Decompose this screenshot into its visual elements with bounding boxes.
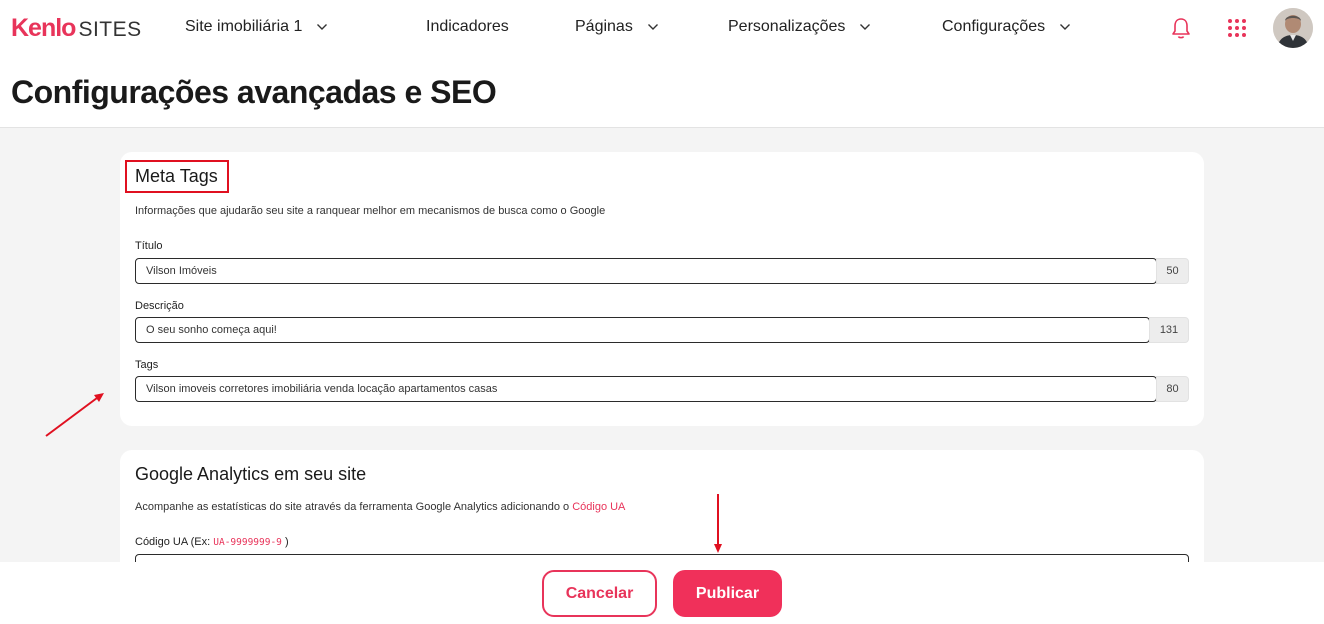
title-char-counter: 50 — [1156, 258, 1189, 284]
nav-item-paginas-label: Páginas — [575, 18, 633, 35]
description-char-counter: 131 — [1149, 317, 1189, 343]
nav-item-personalizacoes[interactable]: Personalizações — [728, 18, 871, 36]
ua-label-suffix: ) — [284, 536, 289, 548]
cancel-button[interactable]: Cancelar — [542, 570, 657, 617]
ua-example-code: UA-9999999-9 — [213, 537, 282, 548]
page-title: Configurações avançadas e SEO — [11, 74, 497, 110]
ua-label-prefix: Código UA (Ex: — [135, 536, 211, 548]
title-field-label: Título — [135, 240, 163, 252]
site-selector-label: Site imobiliária 1 — [185, 18, 303, 35]
meta-tags-card: Meta Tags Informações que ajudarão seu s… — [120, 152, 1204, 426]
meta-tags-title: Meta Tags — [135, 166, 218, 186]
tags-field-label: Tags — [135, 359, 159, 371]
meta-tags-description: Informações que ajudarão seu site a ranq… — [135, 205, 606, 217]
action-footer: Cancelar Publicar — [0, 562, 1324, 624]
ua-code-input[interactable] — [135, 554, 1189, 562]
chevron-down-icon — [860, 24, 871, 30]
user-avatar[interactable] — [1273, 8, 1313, 48]
bell-icon[interactable] — [1170, 16, 1192, 40]
description-input[interactable] — [135, 317, 1150, 343]
google-analytics-card: Google Analytics em seu site Acompanhe a… — [120, 450, 1204, 562]
codigo-ua-link[interactable]: Código UA — [572, 501, 625, 513]
description-field-label: Descrição — [135, 300, 184, 312]
google-analytics-description: Acompanhe as estatísticas do site atravé… — [135, 501, 625, 513]
chevron-down-icon — [317, 24, 328, 30]
ua-code-field-label: Código UA (Ex: UA-9999999-9 ) — [135, 536, 289, 548]
site-selector-dropdown[interactable]: Site imobiliária 1 — [185, 18, 328, 36]
nav-item-configuracoes[interactable]: Configurações — [942, 18, 1071, 36]
avatar-portrait-icon — [1273, 8, 1313, 48]
google-analytics-title: Google Analytics em seu site — [135, 464, 367, 484]
nav-item-paginas[interactable]: Páginas — [575, 18, 659, 36]
title-input[interactable] — [135, 258, 1157, 284]
logo-kenlo-text: Kenlo — [11, 14, 76, 42]
google-analytics-description-text: Acompanhe as estatísticas do site atravé… — [135, 501, 570, 513]
tags-input[interactable] — [135, 376, 1157, 402]
nav-item-indicadores[interactable]: Indicadores — [426, 18, 509, 36]
chevron-down-icon — [1060, 24, 1071, 30]
chevron-down-icon — [647, 24, 658, 30]
logo-sites-text: SITES — [78, 18, 142, 41]
main-content[interactable]: Meta Tags Informações que ajudarão seu s… — [0, 128, 1324, 562]
kenlo-sites-logo[interactable]: Kenlo SITES — [11, 14, 142, 43]
publish-button[interactable]: Publicar — [673, 570, 782, 617]
apps-grid-icon[interactable] — [1227, 18, 1247, 38]
nav-item-indicadores-label: Indicadores — [426, 18, 509, 35]
tags-char-counter: 80 — [1156, 376, 1189, 402]
top-navbar: Kenlo SITES Site imobiliária 1 Indicador… — [0, 0, 1324, 58]
nav-item-configuracoes-label: Configurações — [942, 18, 1046, 35]
nav-item-personalizacoes-label: Personalizações — [728, 18, 846, 35]
